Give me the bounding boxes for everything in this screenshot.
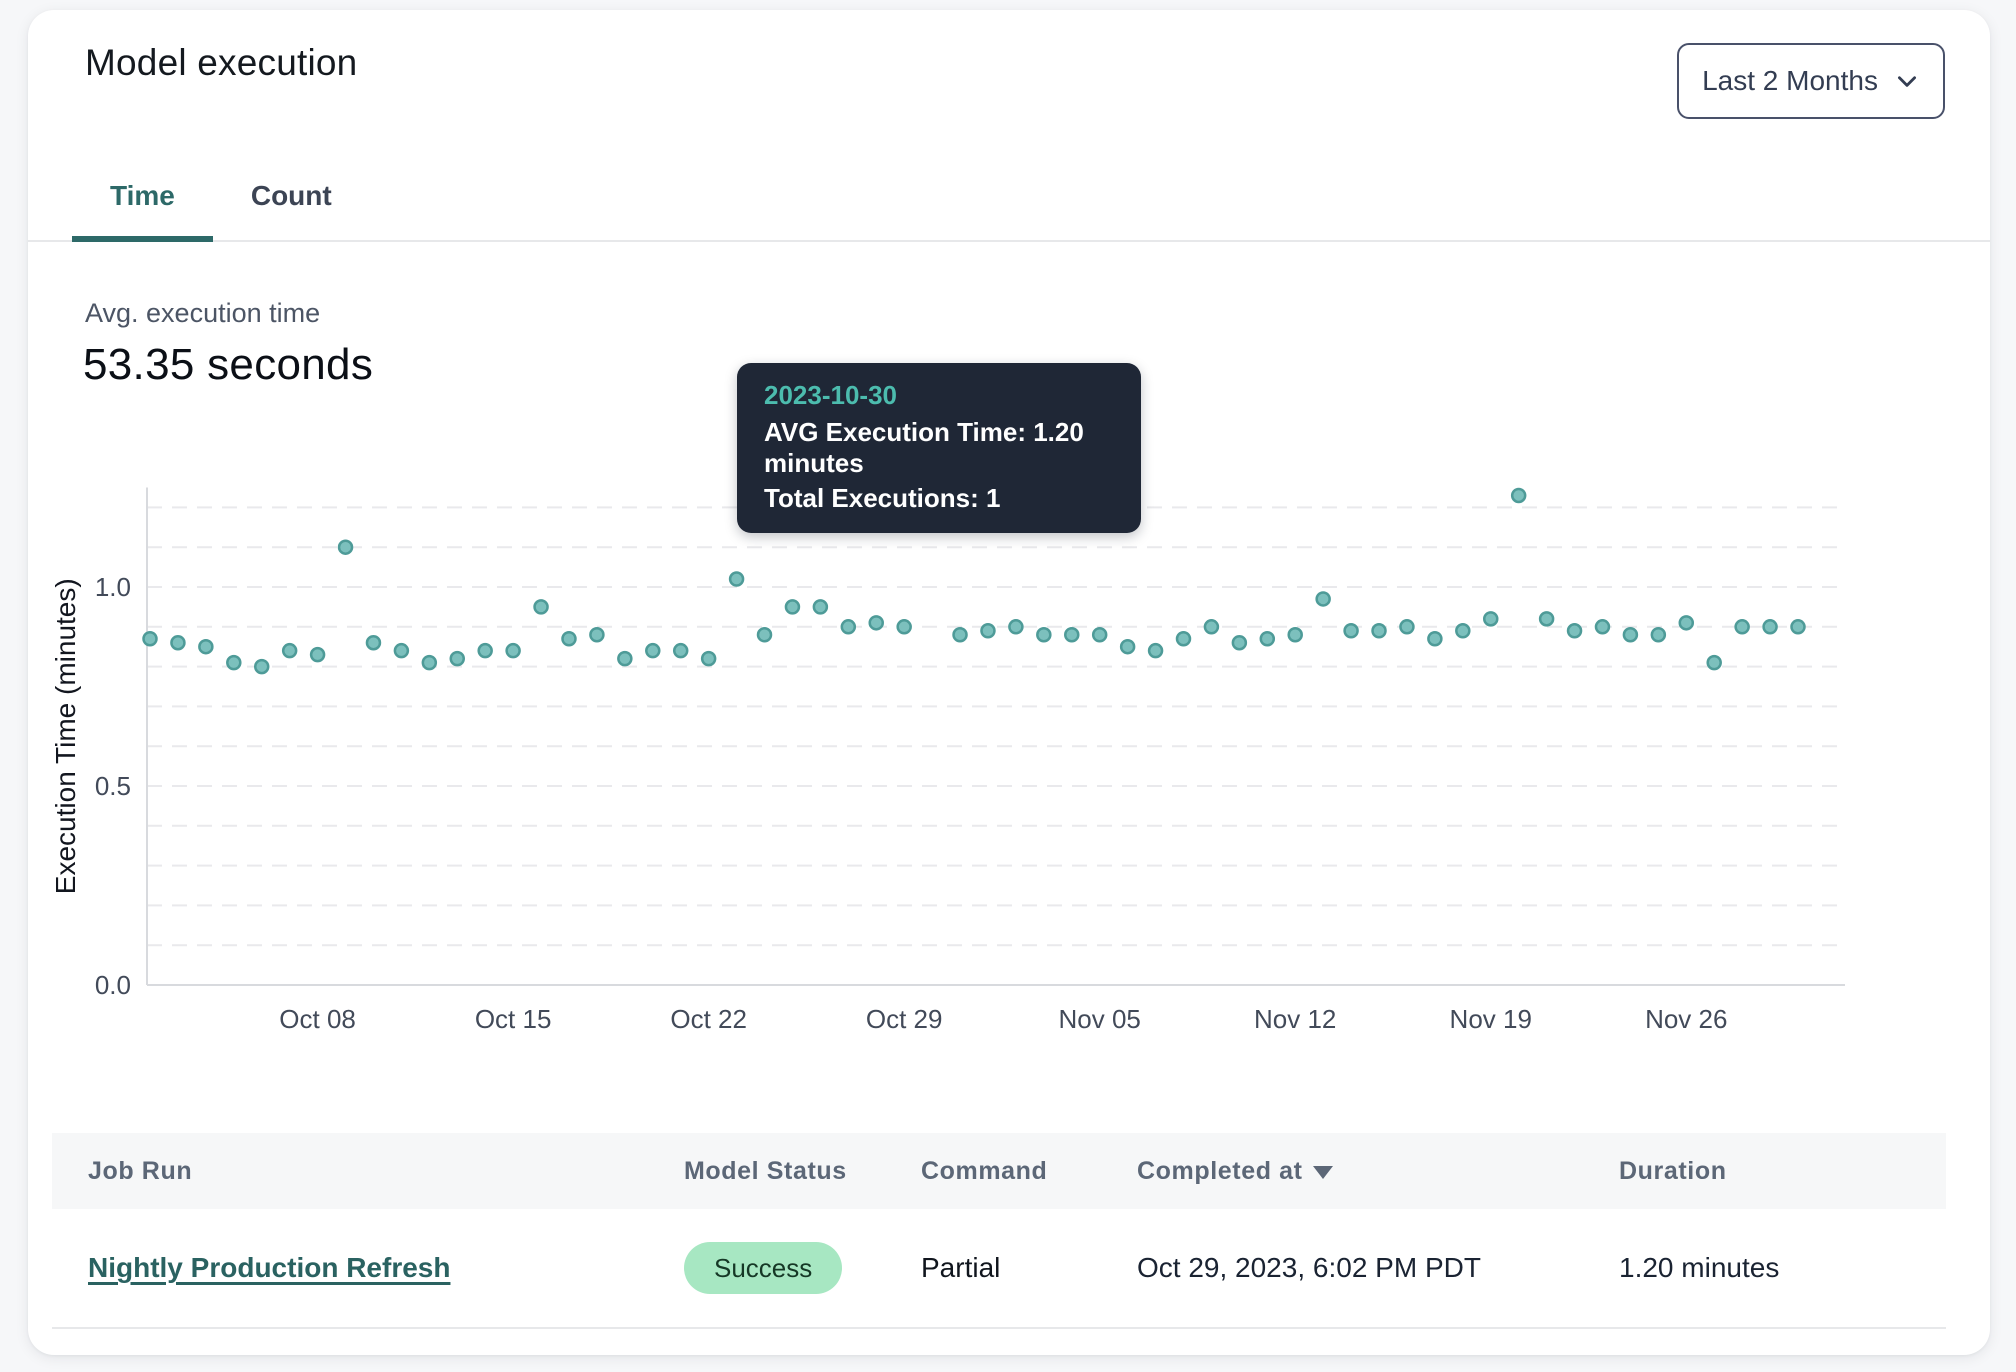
- svg-text:Oct 29: Oct 29: [866, 1004, 943, 1034]
- svg-text:Nov 19: Nov 19: [1450, 1004, 1532, 1034]
- model-execution-card: Model execution Last 2 Months Time Count…: [28, 10, 1990, 1355]
- data-point[interactable]: [1708, 656, 1721, 669]
- tooltip-total-executions: Total Executions: 1: [764, 483, 1114, 514]
- data-point[interactable]: [1065, 628, 1078, 641]
- data-point[interactable]: [1680, 616, 1693, 629]
- execution-time-scatter-chart[interactable]: 0.0 0.5 1.0 Oct 08 Oct 15 Oct 22 Oct 29 Nov 05 N…: [28, 10, 1990, 1070]
- data-point[interactable]: [1792, 620, 1805, 633]
- data-point[interactable]: [1596, 620, 1609, 633]
- command-cell: Partial: [921, 1252, 1000, 1283]
- data-point[interactable]: [283, 644, 296, 657]
- column-header-model-status: Model Status: [684, 1157, 921, 1186]
- data-point[interactable]: [255, 660, 268, 673]
- data-point[interactable]: [1373, 624, 1386, 637]
- data-point[interactable]: [171, 636, 184, 649]
- data-point[interactable]: [1093, 628, 1106, 641]
- chart-tooltip: 2023-10-30 AVG Execution Time: 1.20 minu…: [737, 363, 1141, 533]
- data-point[interactable]: [395, 644, 408, 657]
- data-point[interactable]: [1233, 636, 1246, 649]
- table-header-row: Job Run Model Status Command Completed a…: [52, 1133, 1946, 1209]
- data-point[interactable]: [451, 652, 464, 665]
- data-point[interactable]: [1345, 624, 1358, 637]
- data-point[interactable]: [1261, 632, 1274, 645]
- data-point[interactable]: [814, 600, 827, 613]
- data-point[interactable]: [562, 632, 575, 645]
- status-badge: Success: [684, 1242, 842, 1294]
- data-point[interactable]: [479, 644, 492, 657]
- data-point[interactable]: [674, 644, 687, 657]
- data-point[interactable]: [758, 628, 771, 641]
- svg-text:0.0: 0.0: [95, 970, 131, 1000]
- data-point[interactable]: [311, 648, 324, 661]
- data-point[interactable]: [1568, 624, 1581, 637]
- data-point[interactable]: [1540, 612, 1553, 625]
- data-point[interactable]: [339, 541, 352, 554]
- data-point[interactable]: [730, 573, 743, 586]
- data-point[interactable]: [842, 620, 855, 633]
- data-point[interactable]: [367, 636, 380, 649]
- svg-text:Nov 12: Nov 12: [1254, 1004, 1336, 1034]
- data-point[interactable]: [981, 624, 994, 637]
- job-runs-table: Job Run Model Status Command Completed a…: [52, 1133, 1946, 1329]
- svg-text:Nov 05: Nov 05: [1058, 1004, 1140, 1034]
- svg-text:Nov 26: Nov 26: [1645, 1004, 1727, 1034]
- data-point[interactable]: [1289, 628, 1302, 641]
- data-point[interactable]: [702, 652, 715, 665]
- data-point[interactable]: [1428, 632, 1441, 645]
- column-header-completed-at[interactable]: Completed at: [1137, 1157, 1619, 1186]
- column-header-job-run: Job Run: [52, 1157, 684, 1186]
- data-point[interactable]: [590, 628, 603, 641]
- data-point[interactable]: [199, 640, 212, 653]
- table-row: Nightly Production Refresh Success Parti…: [52, 1209, 1946, 1329]
- svg-text:Oct 08: Oct 08: [279, 1004, 356, 1034]
- data-point[interactable]: [954, 628, 967, 641]
- data-point[interactable]: [507, 644, 520, 657]
- data-point[interactable]: [423, 656, 436, 669]
- data-point[interactable]: [1764, 620, 1777, 633]
- data-point[interactable]: [1652, 628, 1665, 641]
- data-point[interactable]: [1484, 612, 1497, 625]
- completed-at-cell: Oct 29, 2023, 6:02 PM PDT: [1137, 1252, 1481, 1283]
- data-point[interactable]: [786, 600, 799, 613]
- data-point[interactable]: [870, 616, 883, 629]
- tooltip-avg-execution: AVG Execution Time: 1.20 minutes: [764, 417, 1114, 479]
- data-point[interactable]: [1736, 620, 1749, 633]
- data-point[interactable]: [646, 644, 659, 657]
- svg-text:1.0: 1.0: [95, 572, 131, 602]
- sort-descending-icon: [1313, 1166, 1333, 1179]
- svg-text:Execution Time (minutes): Execution Time (minutes): [50, 578, 81, 894]
- duration-cell: 1.20 minutes: [1619, 1252, 1779, 1283]
- data-point[interactable]: [1205, 620, 1218, 633]
- data-point[interactable]: [1177, 632, 1190, 645]
- data-point[interactable]: [1400, 620, 1413, 633]
- data-point[interactable]: [1317, 592, 1330, 605]
- svg-text:0.5: 0.5: [95, 771, 131, 801]
- data-point[interactable]: [1624, 628, 1637, 641]
- data-point[interactable]: [618, 652, 631, 665]
- data-point[interactable]: [898, 620, 911, 633]
- data-point[interactable]: [1121, 640, 1134, 653]
- column-header-command: Command: [921, 1157, 1137, 1186]
- svg-text:Oct 22: Oct 22: [670, 1004, 747, 1034]
- data-point[interactable]: [227, 656, 240, 669]
- tooltip-date: 2023-10-30: [764, 380, 1114, 411]
- data-point[interactable]: [1037, 628, 1050, 641]
- data-point[interactable]: [1456, 624, 1469, 637]
- job-run-link[interactable]: Nightly Production Refresh: [88, 1252, 450, 1283]
- data-point[interactable]: [1149, 644, 1162, 657]
- data-point[interactable]: [535, 600, 548, 613]
- data-point[interactable]: [144, 632, 157, 645]
- data-point[interactable]: [1009, 620, 1022, 633]
- data-point[interactable]: [1512, 489, 1525, 502]
- column-header-duration: Duration: [1619, 1157, 1919, 1186]
- svg-text:Oct 15: Oct 15: [475, 1004, 552, 1034]
